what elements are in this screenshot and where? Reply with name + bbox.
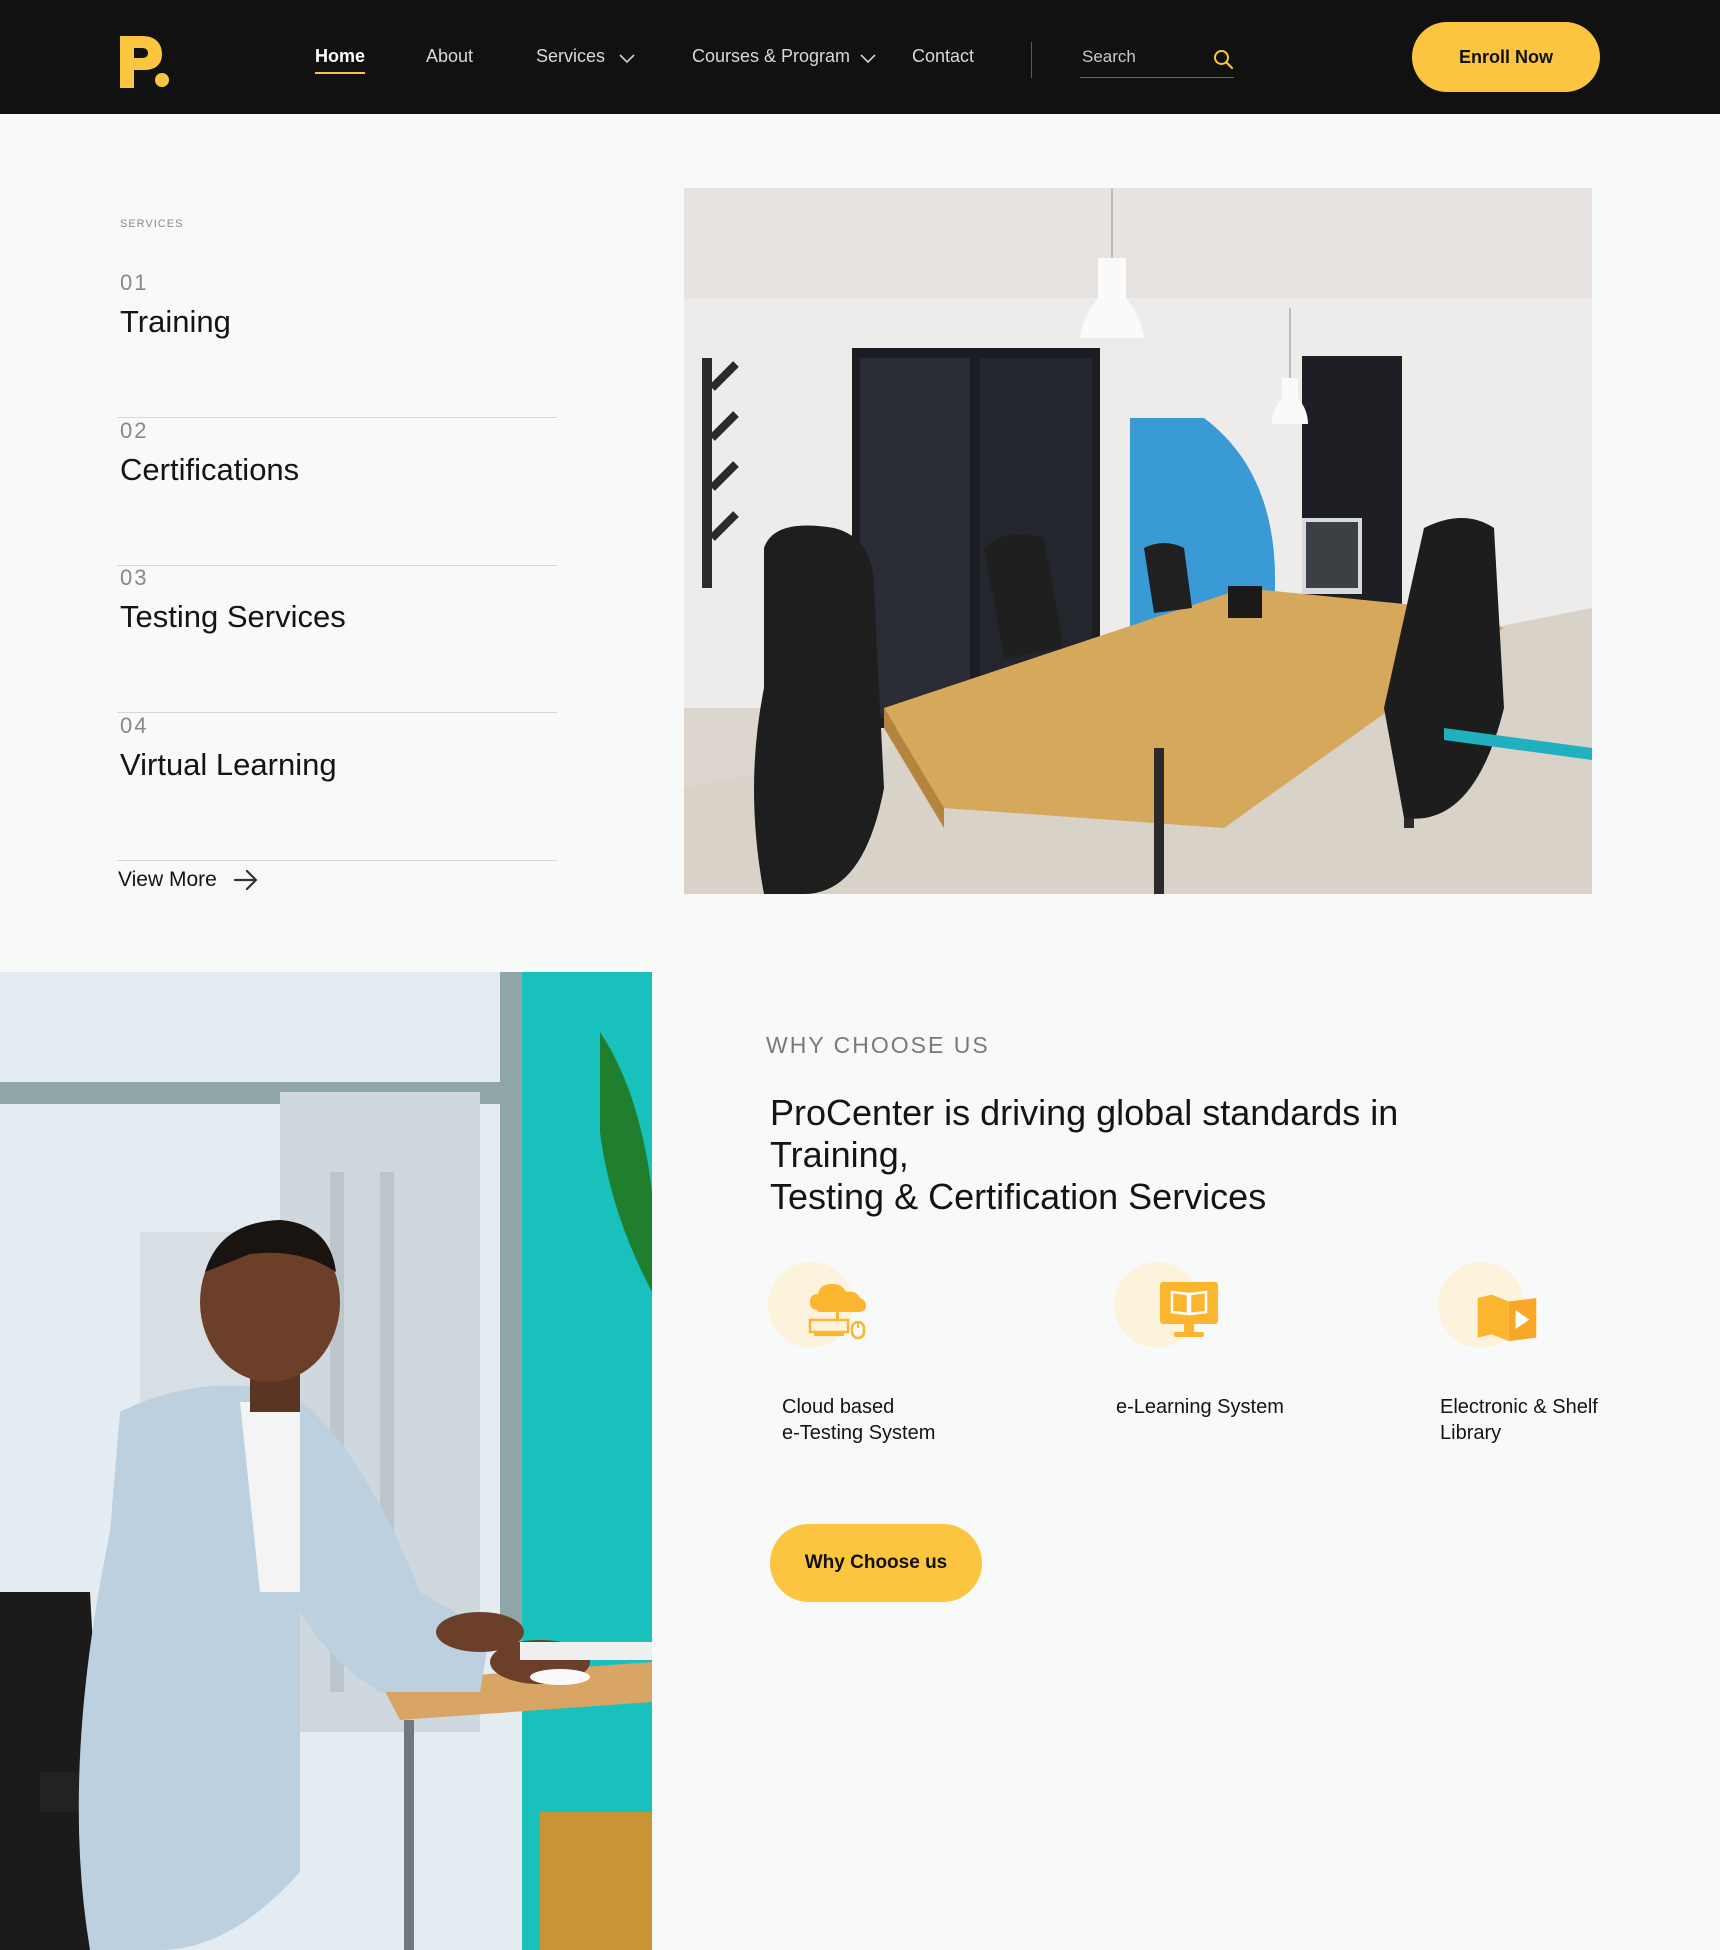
service-title: Testing Services [120,599,346,634]
view-more-link[interactable]: View More [118,868,259,892]
nav-services[interactable]: Services [536,46,635,76]
service-title: Certifications [120,452,300,487]
search-icon[interactable] [1212,48,1234,70]
procenter-logo[interactable] [118,34,172,90]
search-input[interactable] [1082,44,1202,70]
why-heading-line1: ProCenter is driving global standards in… [770,1092,1399,1175]
enroll-now-button[interactable]: Enroll Now [1412,22,1600,92]
cloud-testing-icon [808,1284,866,1340]
service-item-training[interactable]: 01 Training [117,270,557,418]
nav-about[interactable]: About [426,46,473,76]
why-choose-us-button[interactable]: Why Choose us [770,1524,982,1602]
service-number: 03 [120,565,149,590]
feature-icon-wrap [768,1260,878,1352]
service-number: 02 [120,418,149,443]
active-nav-underline [315,72,365,74]
feature-label-line1: Cloud based [782,1396,895,1418]
search-box [1080,44,1234,78]
meeting-room-photo [684,188,1592,894]
arrow-right-icon [233,869,257,891]
feature-label-line2: Library [1440,1422,1502,1444]
feature-library: Electronic & Shelf Library [1438,1260,1658,1444]
service-title: Virtual Learning [120,747,337,782]
elearning-monitor-icon [1160,1282,1218,1337]
why-choose-eyebrow: WHY CHOOSE US [766,1032,990,1058]
feature-cloud-testing: Cloud based e-Testing System [768,1260,988,1444]
feature-label-line1: Electronic & Shelf [1440,1396,1598,1418]
feature-icon-wrap [1114,1260,1224,1352]
feature-label: e-Learning System [1116,1394,1284,1420]
nav-about-link[interactable]: About [426,46,473,67]
nav-home-link[interactable]: Home [315,46,365,67]
services-eyebrow: SERVICES [120,218,184,230]
meeting-room-illustration [684,188,1592,894]
man-at-desk-illustration [0,972,652,1950]
service-item-testing[interactable]: 03 Testing Services [117,565,557,713]
service-number: 04 [120,713,149,738]
nav-courses[interactable]: Courses & Program [692,46,876,76]
service-number: 01 [120,270,149,295]
feature-label-line2: e-Testing System [782,1422,936,1444]
feature-label-line1: e-Learning System [1116,1396,1284,1418]
site-header: Home About Services Courses & Program Co… [0,0,1720,114]
nav-services-label: Services [536,46,606,66]
feature-label: Cloud based e-Testing System [782,1394,935,1446]
service-item-virtual-learning[interactable]: 04 Virtual Learning [117,713,557,861]
service-item-certifications[interactable]: 02 Certifications [117,418,557,566]
feature-elearning: e-Learning System [1114,1260,1334,1418]
nav-divider [1031,42,1032,78]
why-heading-line2: Testing & Certification Services [770,1176,1267,1217]
library-book-icon [1477,1294,1537,1342]
feature-label: Electronic & Shelf Library [1440,1394,1598,1446]
nav-contact[interactable]: Contact [912,46,974,76]
why-choose-heading: ProCenter is driving global standards in… [770,1092,1530,1218]
chevron-down-icon [619,54,635,64]
chevron-down-icon [860,54,876,64]
service-title: Training [120,304,231,339]
view-more-label: View More [118,868,217,891]
man-at-desk-photo [0,972,652,1950]
nav-contact-link[interactable]: Contact [912,46,974,67]
feature-icon-wrap [1438,1260,1548,1352]
nav-courses-label: Courses & Program [692,46,851,66]
